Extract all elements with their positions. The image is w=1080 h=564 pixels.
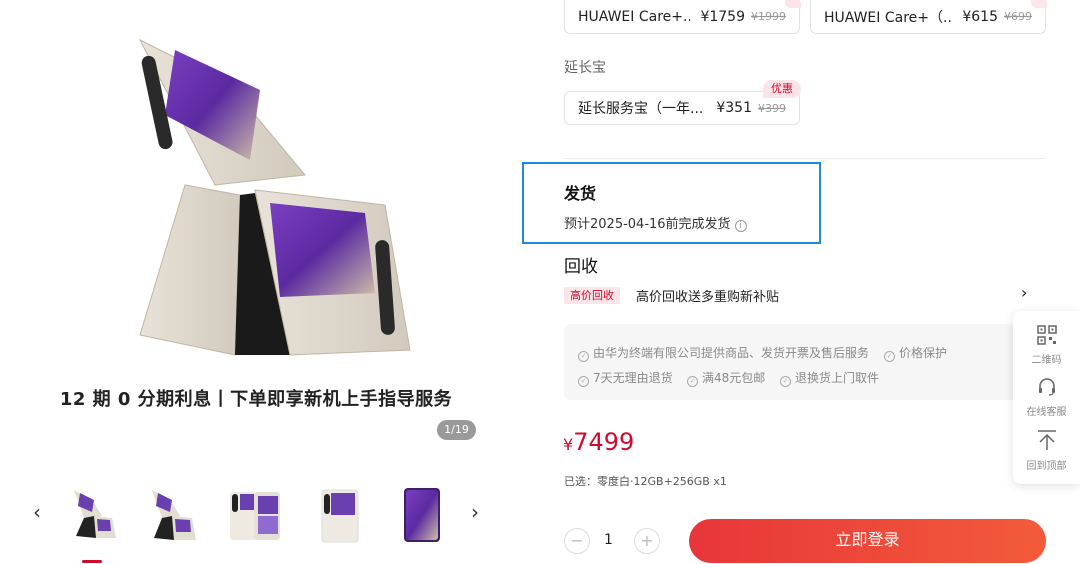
- shipping-estimate-text: 预计2025-04-16前完成发货: [564, 217, 731, 232]
- care-option[interactable]: HUAWEI Care+（... ¥615 ¥699: [810, 0, 1047, 34]
- qrcode-label: 二维码: [1031, 355, 1062, 366]
- product-hero-image: [138, 38, 411, 356]
- back-to-top-button[interactable]: 回到顶部: [1013, 429, 1080, 472]
- check-circle-icon: ✓: [687, 376, 698, 387]
- service-item: ✓ 满48元包邮: [687, 369, 765, 387]
- check-circle-icon: ✓: [578, 351, 589, 362]
- recycle-description[interactable]: 高价回收送多重购新补贴: [636, 286, 779, 305]
- gallery-thumbnail[interactable]: [395, 486, 449, 544]
- gallery-thumbnail[interactable]: [228, 486, 282, 544]
- recycle-title: 回收: [564, 257, 598, 277]
- section-divider: [564, 158, 1046, 159]
- service-item: ✓ 7天无理由退货: [578, 369, 673, 387]
- qrcode-icon: [1036, 325, 1057, 345]
- gallery-prev-arrow-icon[interactable]: ‹: [33, 500, 41, 524]
- gallery-next-arrow-icon[interactable]: ›: [471, 500, 479, 524]
- gallery-thumbnail[interactable]: [313, 486, 367, 544]
- care-option-name: HUAWEI Care+...: [578, 8, 691, 25]
- qrcode-button[interactable]: 二维码: [1013, 325, 1080, 366]
- price-value: 7499: [573, 428, 635, 456]
- price-currency: ¥: [563, 435, 574, 454]
- check-circle-icon: ✓: [884, 351, 895, 362]
- care-option-price: ¥615: [962, 8, 998, 25]
- active-thumbnail-indicator: [82, 560, 102, 563]
- extend-section-label: 延长宝: [564, 60, 606, 76]
- promo-tagline: 12 期 0 分期利息丨下单即享新机上手指导服务: [59, 389, 453, 410]
- check-circle-icon: ✓: [578, 376, 589, 387]
- selected-spec: 已选：零度白·12GB+256GB x1: [564, 475, 727, 488]
- discount-corner: [785, 0, 801, 8]
- customer-service-label: 在线客服: [1026, 407, 1067, 418]
- quantity-increase-button[interactable]: +: [634, 528, 660, 554]
- gallery-thumbnail[interactable]: [66, 486, 120, 544]
- back-to-top-icon: [1037, 430, 1056, 450]
- service-item: ✓ 退换货上门取件: [780, 369, 879, 387]
- care-option-old-price: ¥1999: [751, 10, 786, 23]
- product-price: ¥7499: [563, 428, 634, 456]
- care-option-old-price: ¥699: [1004, 10, 1032, 23]
- service-item: ✓ 价格保护: [884, 344, 947, 362]
- product-page: 12 期 0 分期利息丨下单即享新机上手指导服务 1/19 ‹ › HUAWEI…: [0, 0, 1080, 564]
- gallery-thumbnail[interactable]: [146, 486, 200, 544]
- quantity-decrease-button[interactable]: −: [564, 528, 590, 554]
- back-to-top-label: 回到顶部: [1026, 461, 1067, 472]
- extend-option[interactable]: 优惠 延长服务宝（一年... ¥351 ¥399: [564, 80, 801, 125]
- shipping-estimate: 预计2025-04-16前完成发货 i: [564, 213, 747, 232]
- check-circle-icon: ✓: [780, 376, 791, 387]
- service-guarantees: ✓ 由华为终端有限公司提供商品、发货开票及售后服务 ✓ 价格保护 ✓ 7天无理由退货 …: [564, 324, 1046, 400]
- discount-badge: 优惠: [763, 80, 801, 98]
- floating-toolbar: 二维码 在线客服 回到顶部: [1013, 311, 1080, 484]
- recycle-badge: 高价回收: [564, 287, 620, 304]
- extend-option-price: ¥351: [716, 100, 752, 116]
- login-buy-button[interactable]: 立即登录: [689, 519, 1046, 563]
- care-option-name: HUAWEI Care+（...: [824, 9, 953, 26]
- shipping-title: 发货: [564, 184, 597, 203]
- quantity-value[interactable]: 1: [604, 532, 613, 548]
- care-option[interactable]: HUAWEI Care+... ¥1759 ¥1999: [564, 0, 801, 34]
- chevron-right-icon[interactable]: ›: [1021, 283, 1027, 302]
- info-icon[interactable]: i: [734, 220, 747, 232]
- discount-corner: [1031, 0, 1047, 8]
- service-item: ✓ 由华为终端有限公司提供商品、发货开票及售后服务: [578, 344, 869, 362]
- care-option-price: ¥1759: [700, 8, 745, 25]
- customer-service-button[interactable]: 在线客服: [1013, 377, 1080, 418]
- extend-option-name: 延长服务宝（一年...: [578, 101, 704, 117]
- headset-icon: [1038, 378, 1055, 396]
- extend-option-old-price: ¥399: [758, 101, 786, 115]
- image-counter: 1/19: [437, 420, 476, 440]
